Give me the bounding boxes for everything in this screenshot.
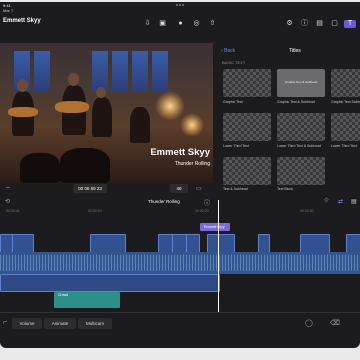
- undo-icon[interactable]: ⟲: [5, 198, 10, 205]
- check-icon[interactable]: ◯: [305, 319, 313, 327]
- title-thumb[interactable]: [223, 113, 271, 141]
- microphone-icon[interactable]: ●: [176, 20, 185, 28]
- viewer-options-icon[interactable]: ▭: [196, 185, 202, 192]
- playhead[interactable]: [218, 200, 219, 312]
- info-icon[interactable]: ⓘ: [204, 198, 210, 207]
- volume-label: Volume: [19, 321, 35, 326]
- effects-icon[interactable]: ◎: [192, 20, 201, 28]
- animate-label: Animate: [51, 321, 69, 326]
- section-header: BASIC TEXT: [222, 60, 246, 65]
- timeline-header: ⟲ Thunder Rolling ⓘ ⟐ ⇄ ▤: [0, 195, 360, 208]
- title-label: Graphic Text: [223, 100, 243, 104]
- ruler-tick: 00:00:20: [195, 209, 209, 213]
- settings-icon[interactable]: ⚙: [285, 20, 294, 28]
- video-clip[interactable]: [207, 234, 235, 254]
- snapping-icon[interactable]: ⟐: [324, 198, 329, 205]
- import-icon[interactable]: ⇩: [143, 20, 152, 28]
- title-thumb-text: Graphic Text & Subhead: [284, 80, 318, 84]
- timecode-display[interactable]: 00 06 59 23: [73, 184, 107, 193]
- status-bar: 9:41 Mar 7: [0, 2, 360, 14]
- title-thumb[interactable]: [223, 69, 271, 97]
- back-label: Back: [224, 48, 236, 54]
- ruler-tick: 00:00:10: [88, 209, 102, 213]
- project-title: Emmett Skyy: [3, 18, 41, 24]
- multicam-button[interactable]: Multicam: [78, 318, 112, 329]
- select-tool-icon[interactable]: ⌐: [3, 319, 7, 326]
- bottom-toolbar: ⌐ Volume Animate Multicam ◯ ⌫: [0, 312, 360, 335]
- project-back-label[interactable]: Mar 7: [3, 8, 13, 13]
- timeline-ruler[interactable]: 00:00:01 00:00:10 00:00:20 00:00:30: [0, 208, 360, 216]
- lower-third-title: Emmett Skyy: [150, 147, 210, 158]
- title-label: Lower Third Text: [331, 144, 357, 148]
- title-thumb[interactable]: [331, 69, 360, 97]
- volume-button[interactable]: Volume: [12, 318, 42, 329]
- ruler-tick: 00:00:30: [300, 209, 314, 213]
- title-label: Lower Third Text: [223, 144, 249, 148]
- inspector-icon[interactable]: ⓘ: [300, 20, 309, 28]
- browser-icon[interactable]: ▤: [315, 20, 324, 28]
- back-button[interactable]: ‹ Back: [221, 48, 235, 54]
- timeline-options-icon[interactable]: ▤: [351, 198, 357, 205]
- app-screen: 9:41 Mar 7 Emmett Skyy ⇩ ▣ ● ◎ ⇧ ⚙ ⓘ ▤ ▢…: [0, 2, 360, 348]
- title-label: Graphic Text Subhead: [331, 100, 360, 104]
- timeline-title: Thunder Rolling: [148, 199, 180, 204]
- camera-icon[interactable]: ▢: [330, 20, 339, 28]
- photos-icon[interactable]: ▣: [158, 20, 167, 28]
- video-clip[interactable]: [186, 234, 200, 254]
- green-clip-label: Crowd: [58, 293, 69, 297]
- connected-audio-clip[interactable]: Crowd: [54, 292, 120, 308]
- title-clip[interactable]: Emmett Skyy: [200, 223, 230, 231]
- multitask-dots[interactable]: [176, 4, 186, 6]
- title-thumb[interactable]: [277, 157, 325, 185]
- title-thumb[interactable]: Graphic Text & Subhead: [277, 69, 325, 97]
- multicam-label: Multicam: [85, 321, 104, 326]
- title-label: Text & Subhead: [223, 187, 248, 191]
- video-clip[interactable]: [258, 234, 270, 254]
- viewer-controls: ⇔ 00 06 59 23 40 ▭: [0, 183, 213, 195]
- ruler-tick: 00:00:01: [6, 209, 20, 213]
- title-label: Lower Third Text & Subhead: [277, 144, 322, 148]
- video-clip[interactable]: [346, 234, 360, 254]
- fullscreen-icon[interactable]: ⇔: [5, 185, 11, 191]
- timeline[interactable]: 00:00:01 00:00:10 00:00:20 00:00:30 Emme…: [0, 208, 360, 312]
- share-icon[interactable]: ⇧: [208, 20, 217, 28]
- primary-storyline-audio[interactable]: [0, 252, 360, 274]
- video-viewer[interactable]: Emmett Skyy Thunder Rolling: [0, 43, 213, 183]
- ipad-device: 9:41 Mar 7 Emmett Skyy ⇩ ▣ ● ◎ ⇧ ⚙ ⓘ ▤ ▢…: [0, 0, 360, 360]
- delete-icon[interactable]: ⌫: [330, 319, 340, 327]
- title-label: Text Block: [277, 187, 293, 191]
- audio-clip[interactable]: [0, 274, 220, 292]
- video-clip[interactable]: [90, 234, 126, 254]
- title-label: Graphic Text & Subhead: [277, 100, 315, 104]
- skimming-icon[interactable]: ⇄: [338, 198, 343, 205]
- titles-browser: ‹ Back Titles BASIC TEXT Graphic Text Gr…: [219, 43, 360, 195]
- title-thumb[interactable]: [331, 113, 360, 141]
- title-thumb[interactable]: [223, 157, 271, 185]
- titles-icon[interactable]: T: [344, 20, 356, 28]
- lower-third-subtitle: Thunder Rolling: [174, 161, 210, 167]
- animate-button[interactable]: Animate: [44, 318, 76, 329]
- zoom-level[interactable]: 40: [170, 184, 188, 193]
- video-clip[interactable]: [300, 234, 330, 254]
- title-thumb[interactable]: [277, 113, 325, 141]
- browser-title: Titles: [289, 48, 301, 54]
- video-clip[interactable]: [12, 234, 34, 254]
